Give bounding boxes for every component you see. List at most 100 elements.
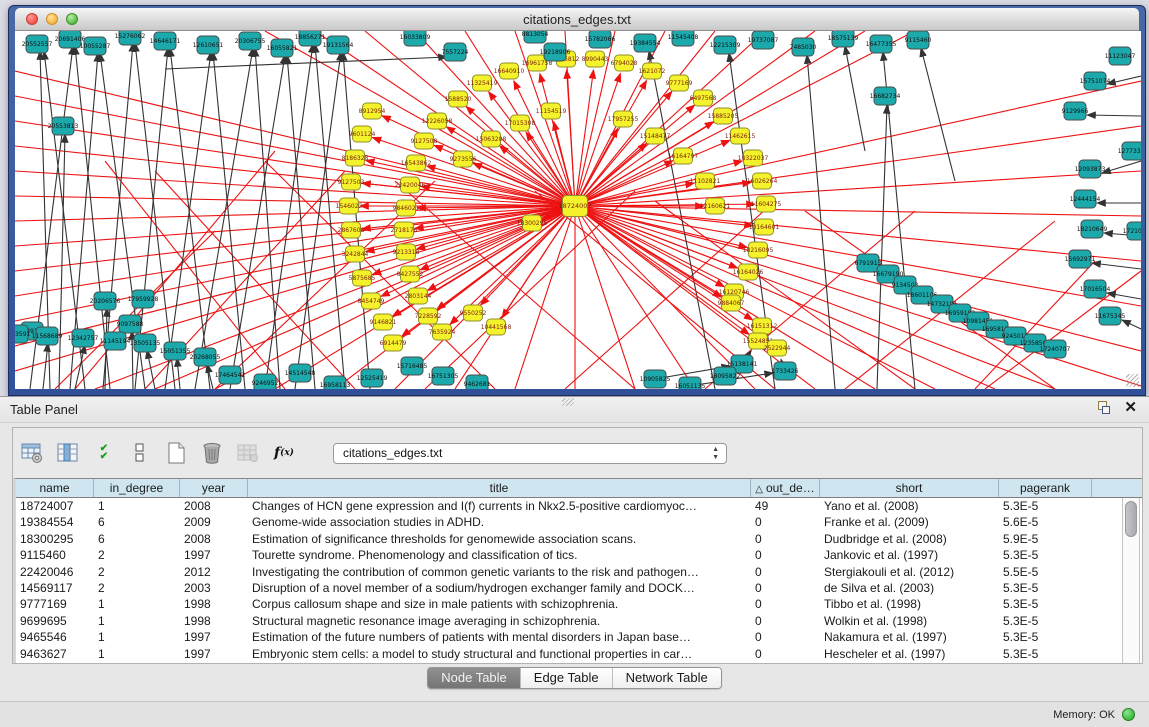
tab-network-table[interactable]: Network Table [613,668,721,688]
table-selector-combo[interactable]: citations_edges.txt ▲▼ [333,443,727,464]
graph-node-label: 20268055 [190,354,221,361]
column-header-out-degree[interactable]: △out_de… [751,479,820,497]
table-cell: 9115460 [16,547,94,563]
table-cell: 49 [751,498,820,514]
node-table-body: 1872400712008Changes of HCN gene express… [16,498,1142,662]
graph-node-label: 9846021 [393,205,420,212]
table-row[interactable]: 1938455462009Genome-wide association stu… [16,514,1142,530]
table-cell: 14569117 [16,580,94,596]
graph-edge [165,57,447,69]
graph-node-label: 15885205 [708,113,739,120]
table-cell: 6 [94,531,180,547]
column-header-name[interactable]: name [16,479,94,497]
create-table-icon[interactable] [163,440,189,466]
table-cell: 2 [94,547,180,563]
graph-node-label: 15063208 [476,136,507,143]
table-cell: 2009 [180,514,248,530]
select-rows-icon[interactable]: ✔✔ [91,440,117,466]
graph-node-label: 11102821 [690,178,721,185]
table-mode-icon[interactable] [19,440,45,466]
panel-split-grip[interactable] [562,398,574,406]
table-cell: 2012 [180,564,248,580]
tab-node-table[interactable]: Node Table [428,668,521,688]
table-row[interactable]: 2242004622012Investigating the contribut… [16,564,1142,580]
delete-trash-icon[interactable] [199,440,225,466]
graph-node-label: 11675345 [1095,313,1126,320]
table-cell: Stergiakouli et al. (2012) [820,564,999,580]
graph-node-label: 9884067 [718,300,745,307]
import-table-icon[interactable] [235,440,261,466]
table-cell: 9699695 [16,613,94,629]
graph-node-label: 8427552 [397,271,424,278]
network-view-window[interactable]: citations_edges.txt 18724007183002951222… [8,5,1146,396]
scrollbar-thumb[interactable] [1125,501,1137,537]
graph-node-label: 18575139 [828,35,859,42]
column-header-year[interactable]: year [180,479,248,497]
table-cell: 1 [94,629,180,645]
table-row[interactable]: 1456911722003Disruption of a novel membe… [16,580,1142,596]
graph-node-label: 15276062 [115,33,146,40]
table-cell: 5.3E-5 [999,580,1092,596]
graph-node-label: 11154519 [536,108,567,115]
graph-node-label: 9246952 [252,380,279,387]
table-row[interactable]: 911546021997Tourette syndrome. Phenomeno… [16,547,1142,563]
table-row[interactable]: 946362711997Embryonic stem cells: a mode… [16,646,1142,662]
graph-node-label: 19131564 [323,42,354,49]
column-header-pagerank[interactable]: pagerank [999,479,1092,497]
graph-node-label: 6914479 [380,340,407,347]
graph-node-label: 12610651 [193,42,224,49]
table-selector-value: citations_edges.txt [343,446,442,460]
table-cell: 2008 [180,531,248,547]
table-cell: 2 [94,564,180,580]
graph-node-label: 3242844 [342,251,369,258]
graph-node-label: 16051135 [675,383,706,389]
column-header-short[interactable]: short [820,479,999,497]
table-cell: 5.3E-5 [999,613,1092,629]
graph-node-label: 18300295 [517,220,548,227]
float-window-icon[interactable] [1096,400,1112,416]
graph-node-label: 18322037 [738,155,769,162]
graph-node-label: 8912954 [359,108,386,115]
graph-edge [315,44,345,389]
network-canvas[interactable]: 1872400718300295122260589127508165438622… [15,31,1141,389]
table-row[interactable]: 1830029562008Estimation of significance … [16,531,1142,547]
graph-node-label: 20206576 [90,298,121,305]
vertical-scrollbar[interactable] [1122,498,1140,663]
table-row[interactable]: 946554611997Estimation of the future num… [16,629,1142,645]
table-row[interactable]: 969969511998Structural magnetic resonanc… [16,613,1142,629]
graph-edge [1092,263,1141,269]
graph-node-label: 19384554 [630,40,661,47]
graph-node-label: 8990443 [582,56,609,63]
graph-node-label: 12525419 [357,375,388,382]
graph-node-label: 11145194 [100,338,131,345]
row-height-icon[interactable] [127,440,153,466]
column-header-title[interactable]: title [248,479,751,497]
graph-node-label: 8454749 [358,298,385,305]
graph-node-label: 7228592 [415,313,442,320]
table-row[interactable]: 977716911998Corpus callosum shape and si… [16,596,1142,612]
graph-node-label: 10055287 [80,43,111,50]
graph-edge [575,171,1141,206]
graph-node-label: 15692971 [1065,256,1096,263]
graph-node-label: 8813054 [522,31,549,38]
graph-node-label: 18216095 [743,247,774,254]
table-cell: 5.3E-5 [999,547,1092,563]
network-window-titlebar[interactable]: citations_edges.txt [15,8,1139,31]
graph-node-label: 1621072 [639,68,666,75]
network-graph[interactable]: 1872400718300295122260589127508165438622… [15,31,1141,389]
show-column-icon[interactable] [55,440,81,466]
table-cell: Franke et al. (2009) [820,514,999,530]
table-row[interactable]: 1872400712008Changes of HCN gene express… [16,498,1142,514]
column-header-in-degree[interactable]: in_degree [94,479,180,497]
close-icon[interactable]: ✕ [1124,400,1137,416]
graph-edge [575,129,618,206]
memory-status-indicator[interactable] [1122,708,1135,721]
function-builder-icon[interactable]: f(x) [271,440,297,466]
canvas-resize-grip[interactable] [1126,374,1139,387]
table-cell: 5.3E-5 [999,646,1092,662]
graph-node-label: 20552557 [22,41,53,48]
graph-node-label: 9146821 [370,319,397,326]
graph-node-label: 16958113 [320,382,351,389]
tab-edge-table[interactable]: Edge Table [521,668,613,688]
graph-node-label: 13505135 [130,340,161,347]
